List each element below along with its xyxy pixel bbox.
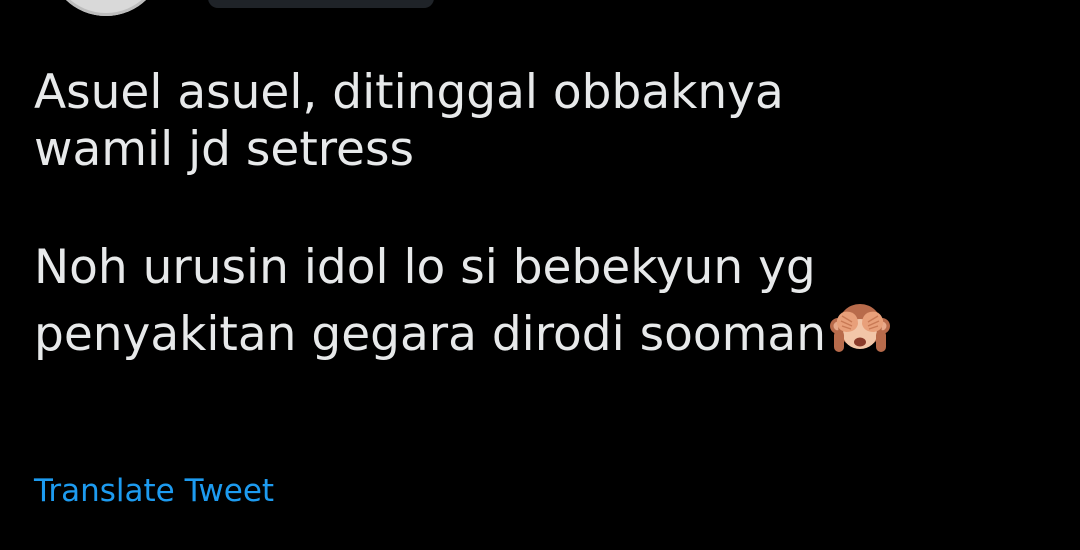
tweet-paragraph-1: Asuel asuel, ditinggal obbaknya wamil jd… — [34, 64, 1064, 179]
tweet-line: Asuel asuel, ditinggal obbaknya — [34, 65, 784, 120]
tweet-line: penyakitan gegara dirodi sooman — [34, 296, 1064, 363]
tweet-paragraph-2: Noh urusin idol lo si bebekyun yg penyak… — [34, 239, 1064, 364]
user-badge-bar — [208, 0, 434, 8]
tweet-line: Noh urusin idol lo si bebekyun yg — [34, 239, 816, 295]
tweet-line: wamil jd setress — [34, 122, 414, 178]
tweet-line-text: penyakitan gegara dirodi sooman — [34, 306, 826, 362]
tweet-text: Asuel asuel, ditinggal obbaknya wamil jd… — [34, 64, 1064, 363]
see-no-evil-monkey-icon — [829, 303, 890, 352]
avatar[interactable] — [48, 0, 164, 16]
translate-tweet-link[interactable]: Translate Tweet — [34, 473, 274, 510]
